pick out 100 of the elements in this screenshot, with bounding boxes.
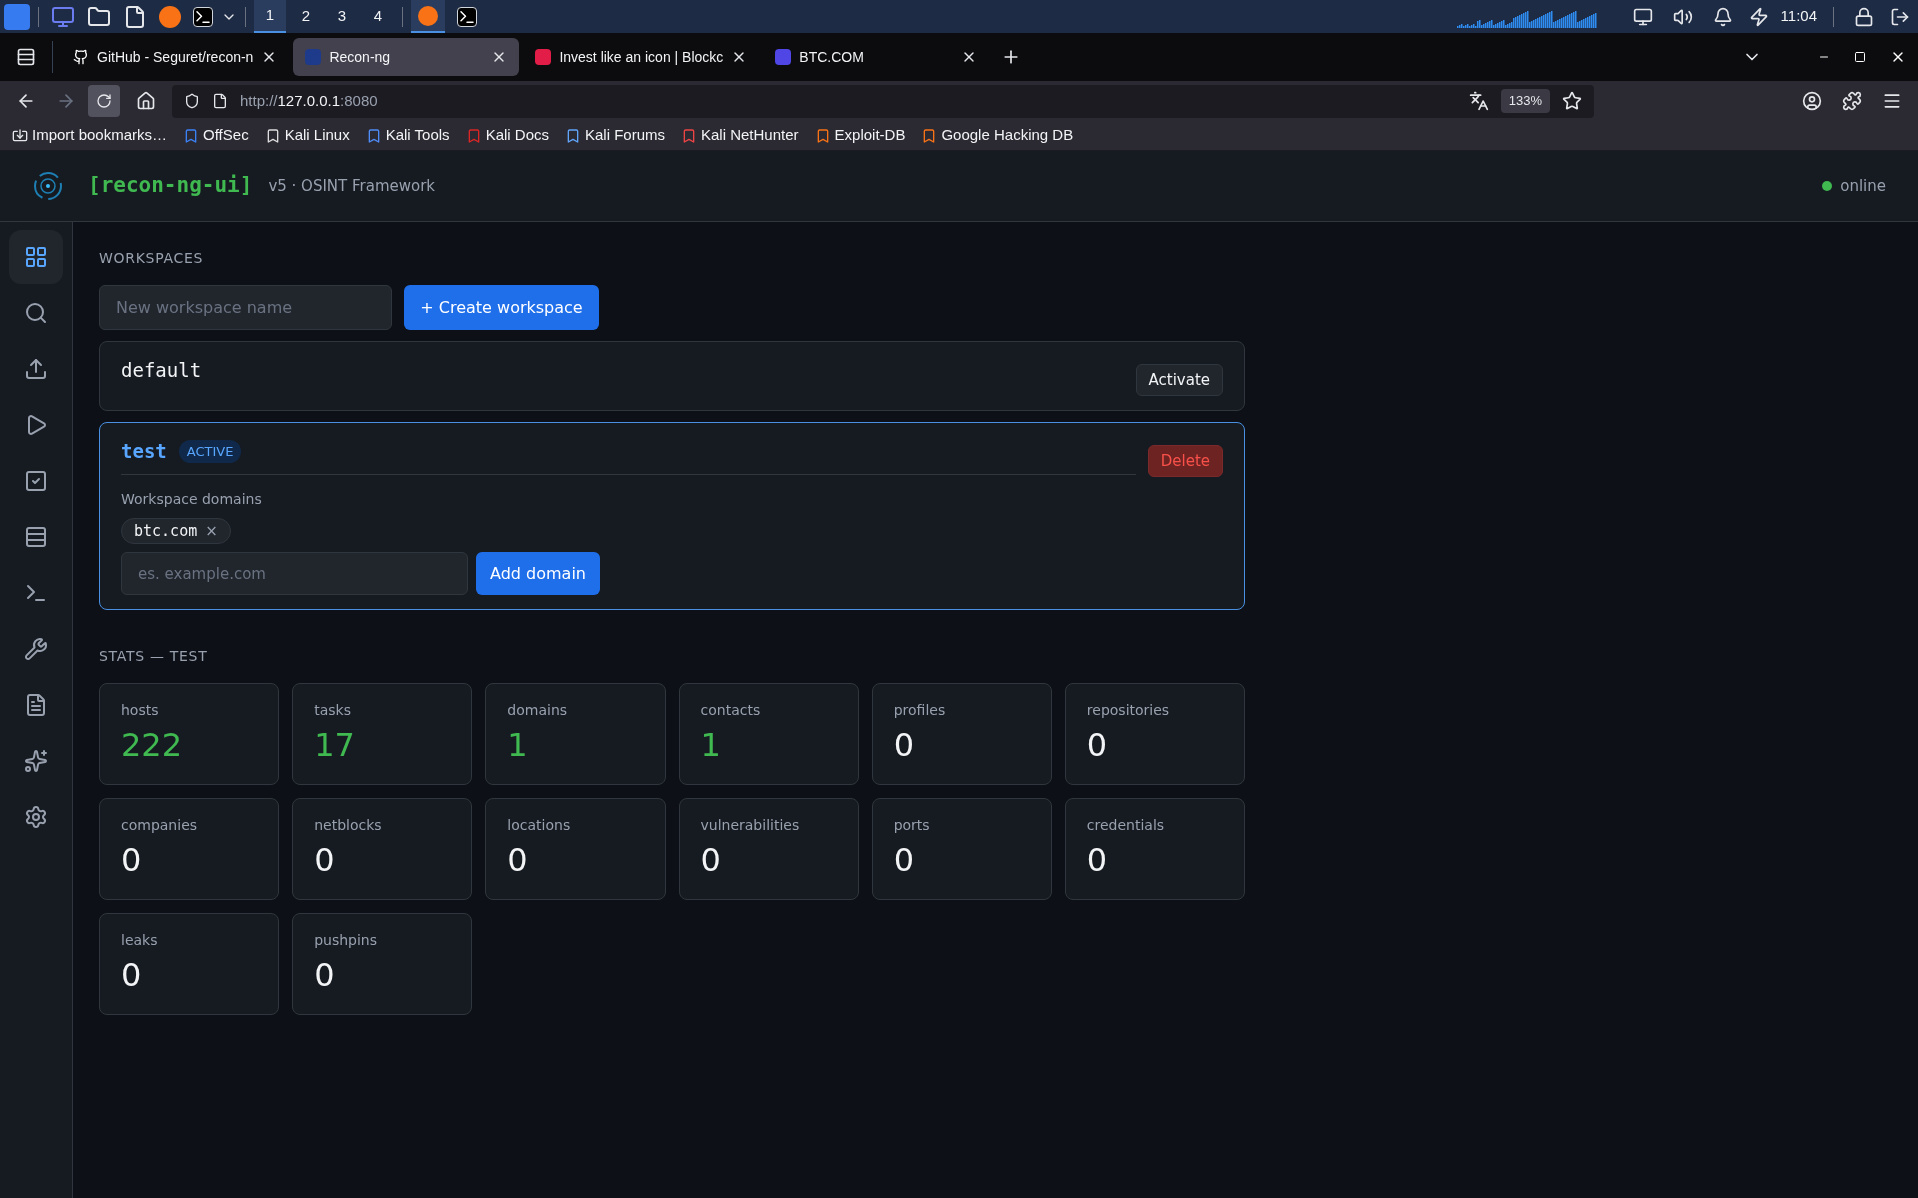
power-icon[interactable] — [1748, 6, 1769, 27]
file-icon[interactable] — [123, 4, 147, 29]
lock-icon[interactable] — [1854, 6, 1874, 27]
bookmark-link[interactable]: Kali Forums — [565, 124, 665, 147]
stat-value: 222 — [121, 725, 184, 765]
workspace-name: test — [121, 439, 167, 464]
workspace-name: default — [121, 358, 202, 383]
stat-label: ports — [893, 816, 931, 835]
stat-value: 0 — [121, 840, 143, 880]
bookmark-label: Exploit-DB — [834, 125, 906, 146]
stat-label: companies — [121, 816, 199, 835]
account-icon[interactable] — [1802, 91, 1822, 111]
bookmark-link[interactable]: Import bookmarks… — [12, 124, 168, 147]
bookmark-link[interactable]: Google Hacking DB — [921, 124, 1074, 147]
bookmark-link[interactable]: Kali NetHunter — [681, 124, 799, 147]
section-heading: WORKSPACES — [99, 249, 205, 268]
stat-label: domains — [507, 701, 569, 720]
stat-label: tasks — [314, 701, 352, 720]
browser-tab[interactable]: GitHub - Seguret/recon-n — [61, 38, 290, 76]
workspace-name-field[interactable]: New workspace name — [99, 285, 392, 330]
stat-label: hosts — [121, 701, 160, 720]
github-icon — [73, 49, 89, 65]
desktop-icon[interactable] — [51, 4, 75, 29]
stat-label: profiles — [893, 701, 947, 720]
stat-label: locations — [507, 816, 572, 835]
bookmark-link[interactable]: OffSec — [183, 124, 249, 147]
stat-value: 0 — [314, 955, 336, 995]
bookmark-label: Kali Docs — [485, 125, 549, 146]
stat-label: vulnerabilities — [700, 816, 801, 835]
bell-icon[interactable] — [1712, 6, 1733, 27]
bookmark-link[interactable]: Exploit-DB — [814, 124, 906, 147]
tab-list-icon[interactable] — [16, 47, 36, 67]
menu-icon[interactable] — [1882, 91, 1902, 111]
stat-value: 0 — [893, 725, 915, 765]
domain-field[interactable]: es. example.com — [121, 552, 468, 595]
radar-logo-icon — [32, 170, 64, 202]
logout-icon[interactable] — [1890, 6, 1910, 27]
reload-button[interactable] — [88, 85, 120, 117]
add-domain-button[interactable]: Add domain — [476, 552, 600, 595]
zoom-level[interactable]: 133% — [1500, 89, 1550, 113]
workspace-button[interactable]: 3 — [326, 0, 358, 33]
domains-label: Workspace domains — [121, 490, 263, 509]
address-bar[interactable]: http://127.0.0.1:8080 133% — [172, 84, 1594, 118]
stat-label: pushpins — [314, 931, 379, 950]
stat-value: 0 — [121, 955, 143, 995]
status-text: online — [1840, 175, 1886, 197]
terminal-task-icon[interactable] — [457, 6, 477, 27]
reload-icon — [96, 93, 112, 109]
bookmark-icon — [681, 127, 697, 144]
home-icon[interactable] — [136, 91, 156, 111]
stat-value: 0 — [1086, 725, 1109, 765]
import-icon — [12, 127, 28, 144]
bookmark-label: Kali NetHunter — [701, 125, 799, 146]
tab-title: Invest like an icon | Blockc — [559, 47, 724, 67]
remove-domain-button[interactable]: × — [205, 519, 218, 543]
page-icon[interactable] — [212, 93, 228, 109]
section-heading: STATS — TEST — [99, 647, 209, 666]
workspace-button[interactable]: 1 — [254, 0, 286, 33]
shield-icon[interactable] — [184, 93, 200, 109]
browser-tab[interactable]: Invest like an icon | Blockc — [523, 38, 760, 76]
app-title: [recon-ng-ui] — [88, 172, 253, 200]
workspace-button[interactable]: 2 — [290, 0, 322, 33]
url-text: http://127.0.0.1:8080 — [240, 90, 379, 111]
terminal-icon[interactable] — [193, 6, 213, 27]
site-icon — [305, 49, 322, 65]
stat-value: 1 — [700, 725, 722, 765]
browser-tab[interactable]: BTC.COM — [763, 38, 990, 76]
bookmark-label: Import bookmarks… — [32, 125, 168, 146]
bookmark-link[interactable]: Kali Docs — [465, 124, 549, 147]
browser-task-icon[interactable] — [411, 0, 445, 33]
active-badge: ACTIVE — [178, 439, 242, 463]
volume-icon[interactable] — [1672, 6, 1693, 27]
workspace-button[interactable]: 4 — [362, 0, 394, 33]
bookmark-link[interactable]: Kali Tools — [365, 124, 450, 147]
create-workspace-button[interactable]: + Create workspace — [404, 285, 599, 330]
maximize-icon[interactable] — [1854, 51, 1866, 63]
stat-value: 0 — [1086, 840, 1109, 880]
bookmark-label: Kali Linux — [284, 125, 350, 146]
grid-icon[interactable] — [9, 230, 63, 284]
domain-name: btc.com — [134, 520, 198, 542]
star-icon[interactable] — [1562, 91, 1582, 111]
activate-button[interactable]: Activate — [1135, 364, 1223, 396]
display-icon[interactable] — [1632, 6, 1653, 27]
stat-value: 0 — [314, 840, 336, 880]
folder-icon[interactable] — [87, 4, 111, 29]
bookmark-label: Kali Forums — [585, 125, 665, 146]
stat-label: netblocks — [314, 816, 383, 835]
extensions-icon[interactable] — [1842, 91, 1862, 111]
bookmark-link[interactable]: Kali Linux — [264, 124, 350, 147]
stat-value: 0 — [507, 840, 529, 880]
tab-title: BTC.COM — [799, 47, 865, 67]
browser-tab[interactable]: Recon-ng — [293, 38, 520, 76]
tab-title: Recon-ng — [329, 47, 392, 67]
stat-label: credentials — [1086, 816, 1166, 835]
site-icon — [775, 49, 792, 65]
stat-label: contacts — [700, 701, 762, 720]
stat-label: repositories — [1086, 701, 1171, 720]
clock[interactable]: 11:04 — [1780, 5, 1817, 28]
bookmark-label: Kali Tools — [385, 125, 450, 146]
translate-icon[interactable] — [1468, 91, 1489, 111]
